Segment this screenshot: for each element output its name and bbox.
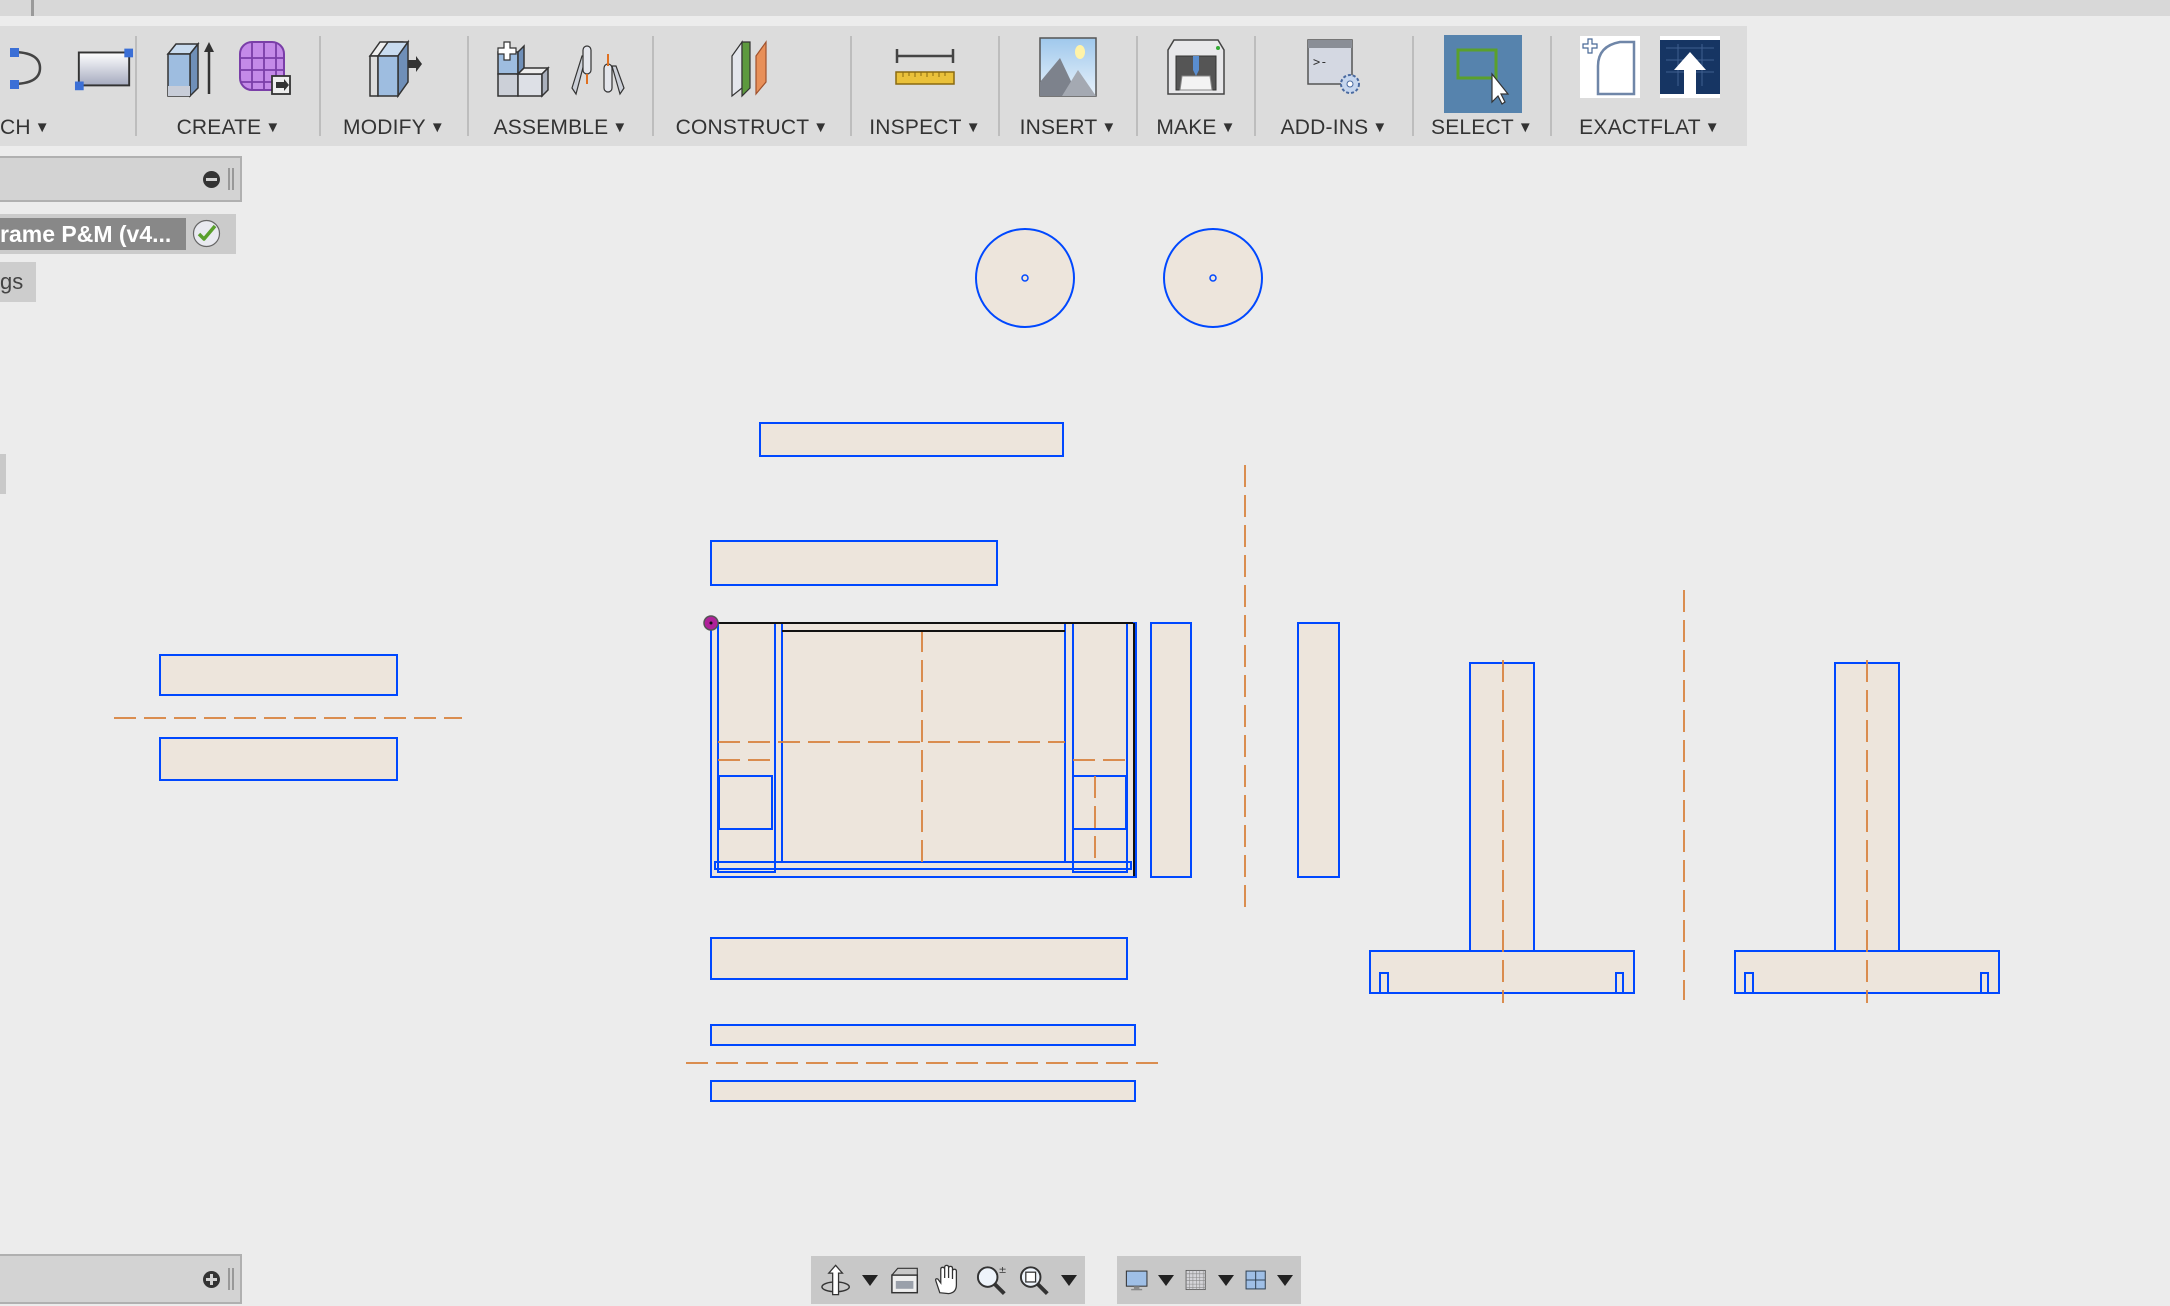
sketch-canvas[interactable] [0,0,2170,1306]
chevron-down-icon[interactable] [1158,1274,1175,1286]
grid-settings-icon[interactable] [1184,1263,1207,1297]
chevron-down-icon[interactable] [862,1274,879,1286]
sketch-rectangle[interactable] [1297,622,1340,878]
sketch-circle[interactable] [1163,228,1263,328]
sketch-rectangle[interactable] [159,737,398,781]
pan-icon[interactable] [931,1263,964,1297]
look-at-icon[interactable] [888,1263,921,1297]
sketch-rectangle[interactable] [1150,622,1192,878]
chevron-down-icon[interactable] [1217,1274,1234,1286]
sketch-rectangle[interactable] [710,1024,1136,1046]
svg-text:±: ± [998,1265,1006,1276]
viewports-icon[interactable] [1244,1263,1267,1297]
zoom-icon[interactable]: ± [975,1263,1008,1297]
orbit-icon[interactable] [819,1263,852,1297]
display-settings-icon[interactable] [1125,1263,1148,1297]
chevron-down-icon[interactable] [1276,1274,1293,1286]
sketch-rectangle[interactable] [159,654,398,696]
sketch-rectangle[interactable] [710,540,998,586]
sketch-rectangle[interactable] [759,422,1064,457]
chevron-down-icon[interactable] [1061,1274,1078,1286]
navigation-toolbar: ± [811,1256,1085,1304]
sketch-circle[interactable] [975,228,1075,328]
sketch-rectangle[interactable] [710,1080,1136,1102]
sketch-rectangle[interactable] [710,937,1128,980]
origin-point-center[interactable] [709,621,713,625]
display-toolbar [1117,1256,1301,1304]
fit-window-icon[interactable] [1018,1263,1051,1297]
